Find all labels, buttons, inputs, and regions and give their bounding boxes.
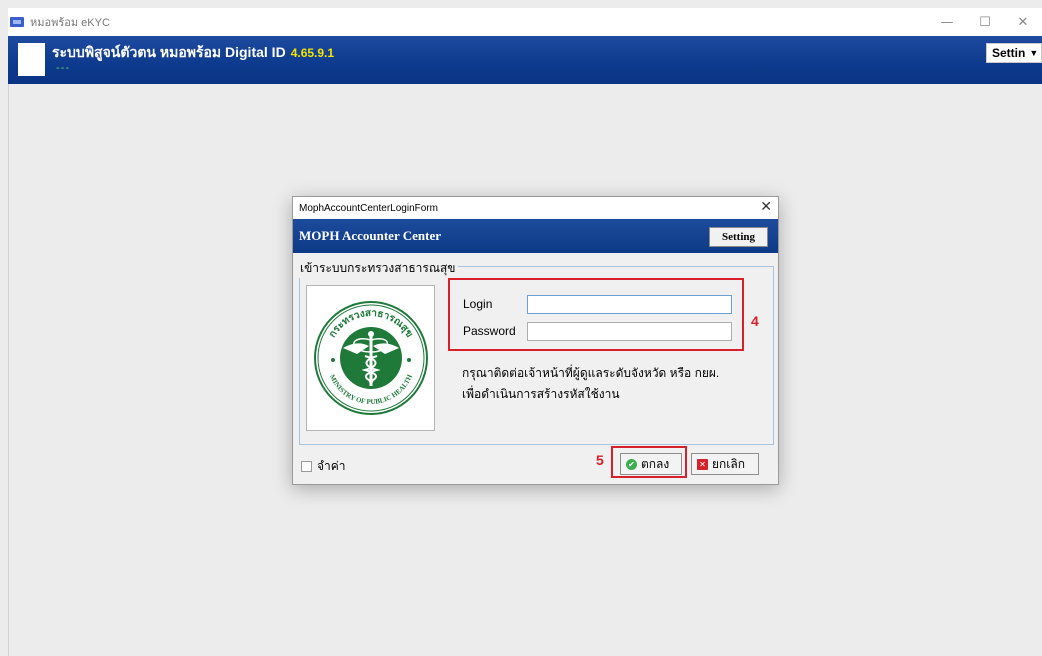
app-title-text: ระบบพิสูจน์ตัวตน หมอพร้อม Digital ID — [52, 44, 286, 60]
settings-dropdown[interactable]: Settin ▼ — [986, 43, 1042, 63]
app-title: ระบบพิสูจน์ตัวตน หมอพร้อม Digital ID 4.65… — [52, 42, 334, 64]
cancel-button[interactable]: ✕ ยกเลิก — [691, 453, 759, 475]
dialog-header: MOPH Accounter Center Setting — [293, 219, 778, 253]
remember-label: จำค่า — [317, 459, 346, 473]
chevron-down-icon: ▼ — [1029, 48, 1039, 58]
minimize-icon[interactable]: — — [928, 8, 966, 36]
app-logo — [18, 43, 45, 76]
window-title: หมอพร้อม eKYC — [30, 17, 110, 29]
close-icon[interactable]: ✕ — [1004, 8, 1042, 36]
annotation-number-4: 4 — [751, 313, 759, 329]
moph-emblem-icon: กระทรวงสาธารณสุข MINISTRY OF PUBLIC HEAL… — [313, 301, 428, 415]
app-subtitle: --- — [56, 62, 70, 74]
dialog-header-title: MOPH Accounter Center — [299, 228, 441, 243]
annotation-number-5: 5 — [596, 452, 604, 468]
close-square-icon: ✕ — [697, 458, 708, 470]
annotation-box-5 — [611, 446, 687, 478]
window-controls: — ☐ ✕ — [928, 8, 1042, 36]
app-icon — [10, 17, 24, 27]
dialog-window-title: MophAccountCenterLoginForm — [299, 202, 438, 214]
app-header: ระบบพิสูจน์ตัวตน หมอพร้อม Digital ID 4.65… — [8, 36, 1042, 84]
moph-emblem: กระทรวงสาธารณสุข MINISTRY OF PUBLIC HEAL… — [306, 285, 435, 431]
info-text-line2: เพื่อดำเนินการสร้างรหัสใช้งาน — [462, 387, 620, 401]
maximize-icon[interactable]: ☐ — [966, 8, 1004, 36]
dialog-titlebar: MophAccountCenterLoginForm ✕ — [293, 197, 778, 219]
window-titlebar: หมอพร้อม eKYC — ☐ ✕ — [8, 8, 1042, 36]
dialog-close-icon[interactable]: ✕ — [760, 199, 772, 215]
groupbox-title: เข้าระบบกระทรวงสาธารณสุข — [298, 259, 458, 278]
remember-checkbox[interactable]: จำค่า — [301, 457, 346, 476]
info-text-line1: กรุณาติดต่อเจ้าหน้าที่ผู้ดูแลระดับจังหวั… — [462, 366, 720, 380]
annotation-box-4 — [448, 278, 744, 351]
checkbox-icon[interactable] — [301, 461, 312, 472]
settings-dropdown-label: Settin — [992, 46, 1026, 60]
app-version: 4.65.9.1 — [290, 46, 335, 60]
cancel-button-label: ยกเลิก — [712, 456, 746, 471]
window-border — [8, 84, 9, 656]
setting-button[interactable]: Setting — [709, 227, 768, 247]
